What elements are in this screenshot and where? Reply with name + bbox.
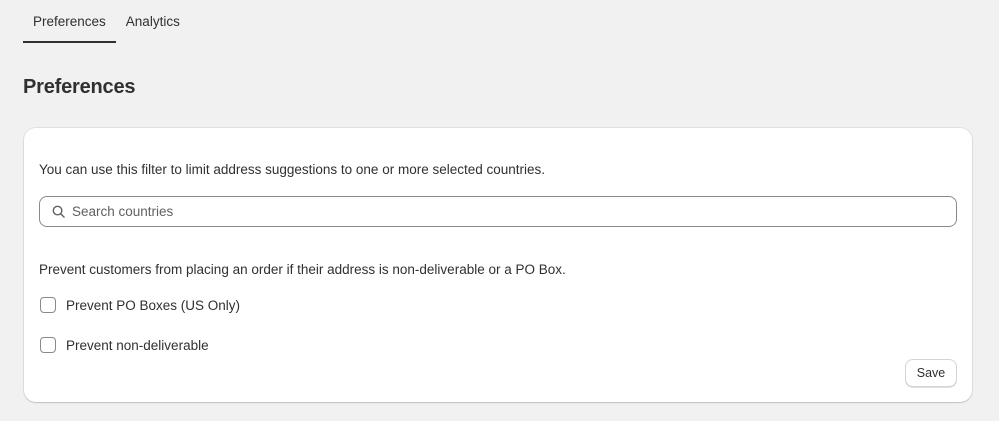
prevent-po-boxes-label: Prevent PO Boxes (US Only) xyxy=(66,297,241,313)
search-field[interactable] xyxy=(39,196,957,227)
prevent-non-deliverable-label: Prevent non-deliverable xyxy=(66,337,209,353)
prevent-non-deliverable-option[interactable]: Prevent non-deliverable xyxy=(40,337,209,353)
search-countries-input[interactable] xyxy=(72,197,932,226)
filter-description: You can use this filter to limit address… xyxy=(39,162,546,177)
preferences-card: You can use this filter to limit address… xyxy=(24,128,972,402)
prevent-description: Prevent customers from placing an order … xyxy=(39,262,566,277)
tab-preferences[interactable]: Preferences xyxy=(23,0,116,43)
search-icon xyxy=(51,205,65,219)
prevent-po-boxes-checkbox[interactable] xyxy=(40,297,56,313)
page-title: Preferences xyxy=(23,76,136,98)
tab-analytics[interactable]: Analytics xyxy=(116,0,190,43)
tab-analytics-label: Analytics xyxy=(125,14,180,29)
save-button[interactable]: Save xyxy=(905,359,957,387)
prevent-po-boxes-option[interactable]: Prevent PO Boxes (US Only) xyxy=(40,297,240,313)
tab-preferences-label: Preferences xyxy=(33,14,106,29)
prevent-non-deliverable-checkbox[interactable] xyxy=(40,337,56,353)
preferences-page: Preferences Analytics Preferences You ca… xyxy=(0,0,999,421)
tab-bar: Preferences Analytics xyxy=(23,0,190,43)
